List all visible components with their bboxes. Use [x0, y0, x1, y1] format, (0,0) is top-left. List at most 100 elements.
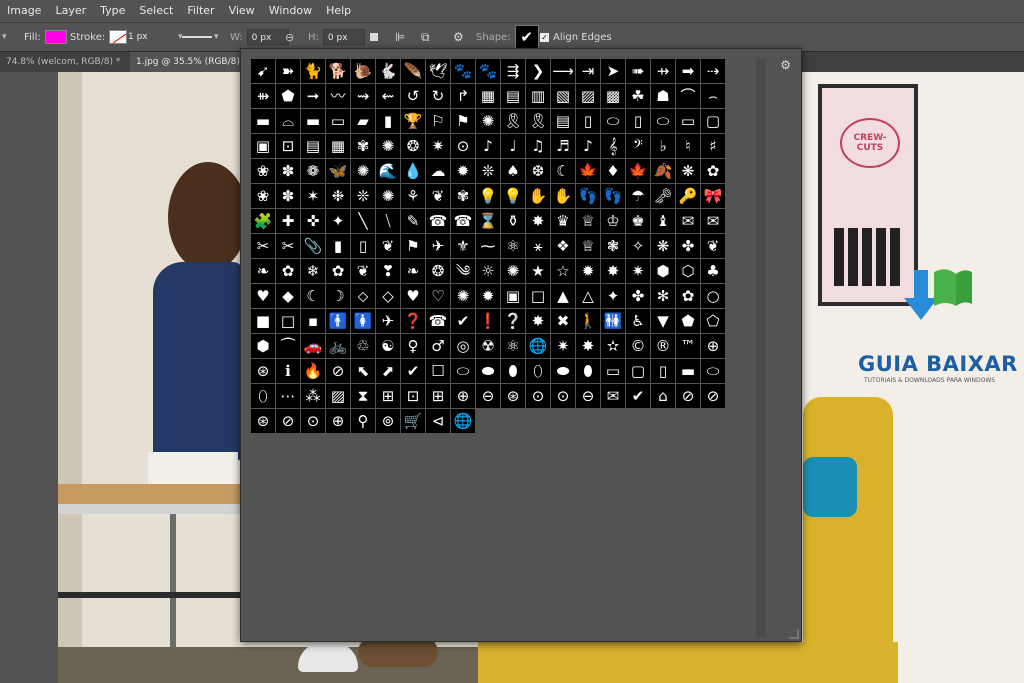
shape-tile[interactable]: ☾ — [551, 159, 575, 183]
shape-tile[interactable]: 🧩 — [251, 209, 275, 233]
gear-icon[interactable]: ⚙ — [780, 58, 791, 72]
shape-tile[interactable]: 🎀 — [701, 184, 725, 208]
shape-tile[interactable]: ✸ — [526, 309, 550, 333]
shape-tile[interactable]: 🐾 — [451, 59, 475, 83]
shape-tile[interactable]: ⬈ — [376, 359, 400, 383]
shape-tile[interactable]: ❀ — [251, 159, 275, 183]
shape-tile[interactable]: 🐇 — [376, 59, 400, 83]
path-operations-icon[interactable] — [370, 23, 378, 51]
shape-tile[interactable]: ✉ — [701, 209, 725, 233]
menu-item-view[interactable]: View — [222, 0, 262, 22]
shape-tile[interactable]: ▯ — [626, 109, 650, 133]
shape-tile[interactable]: ▤ — [551, 109, 575, 133]
shape-tile[interactable]: ♿ — [626, 309, 650, 333]
shape-tile[interactable]: ❂ — [426, 259, 450, 283]
shape-tile[interactable]: ❔ — [501, 309, 525, 333]
shape-tile[interactable]: 🎗 — [501, 109, 525, 133]
shape-tile[interactable]: ✺ — [376, 134, 400, 158]
shape-tile[interactable]: ➞ — [301, 84, 325, 108]
shape-tile[interactable]: ⚜ — [451, 234, 475, 258]
shape-tile[interactable]: ⬮ — [576, 359, 600, 383]
shape-tile[interactable]: ▤ — [301, 134, 325, 158]
shape-tile[interactable]: ⧗ — [351, 384, 375, 408]
shape-tile[interactable]: 🚶 — [576, 309, 600, 333]
shape-tile[interactable]: ⊖ — [476, 384, 500, 408]
shape-tile[interactable]: 🍁 — [576, 159, 600, 183]
shape-tile[interactable]: ⬦ — [351, 284, 375, 308]
shape-tile[interactable]: ⚲ — [351, 409, 375, 433]
shape-tile[interactable]: ⇥ — [576, 59, 600, 83]
shape-tile[interactable]: 🌐 — [451, 409, 475, 433]
shape-tile[interactable]: ➹ — [251, 59, 275, 83]
shape-tile[interactable]: ▨ — [576, 84, 600, 108]
shape-tile[interactable]: ❊ — [476, 159, 500, 183]
shape-tile[interactable]: ➡ — [676, 59, 700, 83]
shape-tile[interactable]: ➠ — [626, 59, 650, 83]
shape-tile[interactable]: ☾ — [301, 284, 325, 308]
shape-tile[interactable]: ▤ — [501, 84, 525, 108]
shape-tile[interactable]: ▬ — [251, 109, 275, 133]
shape-tile[interactable]: ✉ — [601, 384, 625, 408]
shape-tile[interactable]: ⊙ — [526, 384, 550, 408]
shape-tile[interactable]: ✸ — [526, 209, 550, 233]
shape-tile[interactable]: ✖ — [551, 309, 575, 333]
shape-tile[interactable]: ✔ — [626, 384, 650, 408]
shape-tile[interactable]: ♕ — [576, 209, 600, 233]
shape-tile[interactable]: 🪶 — [401, 59, 425, 83]
shape-tile[interactable]: ★ — [526, 259, 550, 283]
height-field[interactable]: 0 px — [322, 29, 365, 45]
menu-item-help[interactable]: Help — [319, 0, 358, 22]
shape-tile[interactable]: ⊞ — [376, 384, 400, 408]
shape-tile[interactable]: ✿ — [276, 259, 300, 283]
shape-tile[interactable]: ☎ — [426, 309, 450, 333]
shape-tile[interactable]: 🛒 — [401, 409, 425, 433]
shape-tile[interactable]: ✹ — [451, 159, 475, 183]
shape-tile[interactable]: ❀ — [251, 184, 275, 208]
tool-preset-chevron[interactable]: ▾ — [0, 23, 7, 51]
shape-tile[interactable]: ⁓ — [476, 234, 500, 258]
shape-tile[interactable]: 🐌 — [351, 59, 375, 83]
shape-tile[interactable]: ⊘ — [701, 384, 725, 408]
shape-tile[interactable]: ⌓ — [276, 109, 300, 133]
shape-tile[interactable]: 🕊 — [426, 59, 450, 83]
shape-tile[interactable]: ╲ — [351, 209, 375, 233]
shape-tile[interactable]: ⊛ — [251, 409, 275, 433]
shape-tile[interactable]: ⊖ — [576, 384, 600, 408]
shape-tile[interactable]: ▮ — [376, 109, 400, 133]
shape-tile[interactable]: ✫ — [601, 334, 625, 358]
shape-tile[interactable]: ❋ — [676, 159, 700, 183]
shape-tile[interactable]: ▯ — [351, 234, 375, 258]
shape-tile[interactable]: ⊙ — [301, 409, 325, 433]
shape-tile[interactable]: ♠ — [501, 159, 525, 183]
shape-tile[interactable]: ☢ — [476, 334, 500, 358]
shape-tile[interactable]: ▭ — [326, 109, 350, 133]
shape-tile[interactable]: ♀ — [401, 334, 425, 358]
shape-tile[interactable]: ♦ — [601, 159, 625, 183]
shape-tile[interactable]: ♭ — [651, 134, 675, 158]
shape-tile[interactable]: ❃ — [601, 234, 625, 258]
shape-tile[interactable]: 𝄞 — [601, 134, 625, 158]
shape-tile[interactable]: □ — [276, 309, 300, 333]
shape-thumbnail[interactable]: ✔ — [514, 25, 539, 49]
shape-tile[interactable]: ✷ — [551, 334, 575, 358]
shape-tile[interactable]: ༄ — [451, 259, 475, 283]
shape-tile[interactable]: ☐ — [426, 359, 450, 383]
shape-tile[interactable]: ✜ — [301, 209, 325, 233]
shape-tile[interactable]: ▭ — [676, 109, 700, 133]
menu-item-type[interactable]: Type — [93, 0, 132, 22]
shape-tile[interactable]: ⬮ — [501, 359, 525, 383]
shape-tile[interactable]: ⬭ — [651, 109, 675, 133]
shape-tile[interactable]: ⬉ — [351, 359, 375, 383]
shape-tile[interactable]: ▰ — [351, 109, 375, 133]
shape-tile[interactable]: ⏜ — [276, 334, 300, 358]
shape-tile[interactable]: 🚗 — [301, 334, 325, 358]
shape-tile[interactable]: ✤ — [626, 284, 650, 308]
shape-tile[interactable]: ✸ — [601, 259, 625, 283]
gear-icon[interactable]: ⚙ — [453, 23, 464, 51]
shape-tile[interactable]: ♡ — [426, 284, 450, 308]
shape-tile[interactable]: ⬭ — [601, 109, 625, 133]
shape-tile[interactable]: 🐈 — [301, 59, 325, 83]
shape-tile[interactable]: ✧ — [626, 234, 650, 258]
shape-tile[interactable]: ♫ — [526, 134, 550, 158]
shape-tile[interactable]: ♥ — [401, 284, 425, 308]
